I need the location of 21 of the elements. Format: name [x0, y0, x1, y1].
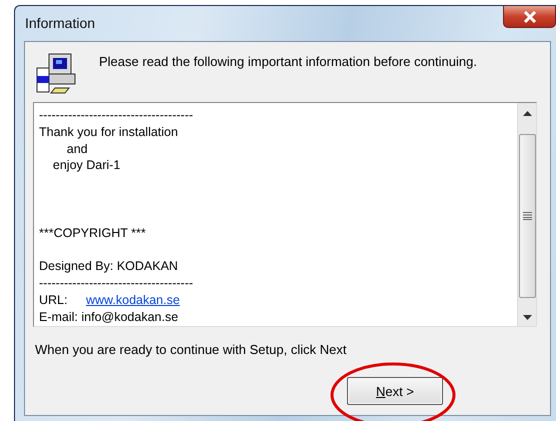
- info-line: enjoy Dari-1: [52, 157, 122, 174]
- window-title: Information: [25, 15, 96, 31]
- close-icon: [522, 10, 538, 22]
- vertical-scrollbar[interactable]: [517, 103, 536, 326]
- url-label: URL:: [39, 292, 68, 309]
- scroll-down-arrow-icon[interactable]: [522, 315, 532, 320]
- info-line: and: [66, 140, 89, 158]
- instruction-text: Please read the following important information before continuing.: [99, 54, 477, 69]
- scrollbar-thumb[interactable]: [518, 134, 536, 298]
- scroll-up-arrow-icon[interactable]: [522, 111, 532, 116]
- info-line: Designed By: KODAKAN: [39, 258, 179, 275]
- info-line: ***COPYRIGHT ***: [39, 224, 147, 242]
- close-button[interactable]: [503, 6, 556, 28]
- website-link[interactable]: www.kodakan.se: [86, 292, 180, 309]
- info-line: Thank you for installation: [39, 124, 179, 141]
- grip-icon: [522, 212, 532, 220]
- footer-text: When you are ready to continue with Setup, click Next: [35, 342, 348, 357]
- info-line: -------------------------------------: [39, 274, 194, 292]
- info-line: -------------------------------------: [39, 107, 194, 124]
- info-line: E-mail: info@kodakan.se: [39, 308, 180, 326]
- next-button[interactable]: Next >: [347, 377, 443, 405]
